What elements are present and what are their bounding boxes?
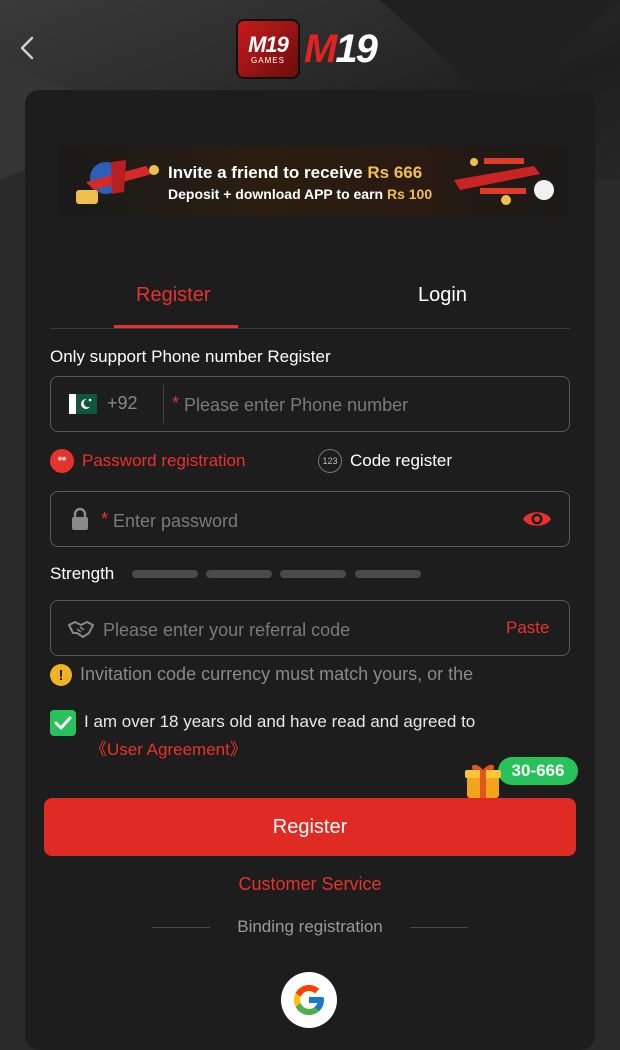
referral-input[interactable] [101,616,485,644]
app-logo: M19 GAMES M19 [236,19,378,79]
code-mode-icon: 123 [318,449,342,473]
checkmark-icon [54,716,72,730]
password-field: * [50,491,570,547]
tab-login[interactable]: Login [418,284,467,307]
eye-icon[interactable] [522,508,552,530]
password-input[interactable] [111,507,505,535]
required-mark: * [172,393,180,413]
strength-label: Strength [50,564,115,583]
google-icon [294,985,324,1015]
password-mode-icon: ** [50,449,74,473]
logo-badge-sub: GAMES [251,55,285,65]
strength-bar [206,570,272,578]
referral-field: Paste [50,600,570,656]
phone-field: +92 * [50,376,570,432]
biplane-icon [454,158,554,205]
phone-input[interactable] [182,391,556,419]
code-mode-label: Code register [350,451,453,470]
agree-text: I am over 18 years old and have read and… [84,712,476,731]
required-mark: * [101,509,109,529]
user-agreement-link[interactable]: 《User Agreement》 [90,735,247,760]
agree-checkbox[interactable] [50,710,76,736]
gift-icon [465,764,501,798]
bonus-badge: 30-666 [498,757,578,785]
paste-button[interactable]: Paste [506,618,549,638]
active-tab-indicator [114,325,238,328]
country-code[interactable]: +92 [107,393,138,414]
strength-bar [132,570,198,578]
binding-registration-label: Binding registration [237,917,383,936]
logo-wordmark: M19 [304,26,378,71]
logo-badge-text: M19 [248,31,289,57]
strength-bar [280,570,346,578]
phone-label: Only support Phone number Register [50,347,331,366]
divider [410,927,468,928]
google-login-button[interactable] [281,972,337,1028]
password-mode-label: Password registration [82,451,246,470]
lock-icon [72,507,88,530]
warning-text: Invitation code currency must match your… [80,664,474,684]
logo-badge: M19 GAMES [236,19,300,79]
handshake-icon [68,621,94,638]
chevron-left-icon [20,36,34,60]
strength-bar [355,570,421,578]
warning-icon: ! [50,664,72,686]
tab-register[interactable]: Register [136,284,210,307]
banner-line-2: Deposit + download APP to earn Rs 100 [168,186,433,202]
pakistan-flag-icon[interactable] [69,394,97,414]
code-register-option[interactable]: 123 Code register [318,449,452,473]
banner-line-1: Invite a friend to receive Rs 666 [168,163,423,182]
register-button[interactable]: Register [44,798,576,856]
auth-tabs: Register Login [50,270,570,329]
divider [163,385,164,423]
customer-service-link[interactable]: Customer Service [0,874,620,895]
promo-banner[interactable]: Invite a friend to receive Rs 666 Deposi… [58,146,568,216]
back-button[interactable] [16,34,40,62]
password-registration-option[interactable]: ** Password registration [50,449,245,473]
aviator-plane-icon [76,160,159,204]
